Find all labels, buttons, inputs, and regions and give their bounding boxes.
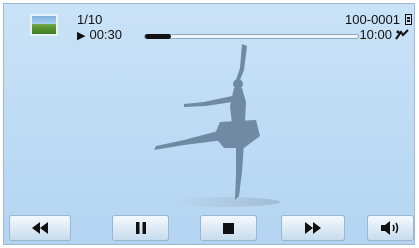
battery-icon [405, 14, 412, 25]
stop-icon [223, 222, 234, 234]
file-counter: 1/10 [77, 12, 103, 27]
volume-icon [380, 221, 398, 235]
fast-forward-icon [305, 222, 321, 234]
control-bar [4, 208, 414, 244]
elapsed-time-row: ▶ 00:30 [77, 28, 122, 43]
video-player-screen: 1/10 ▶ 00:30 100-0001 10:00 [3, 3, 415, 245]
progress-bar[interactable] [144, 34, 359, 39]
pause-icon [135, 222, 146, 234]
stop-button[interactable] [200, 215, 257, 241]
anti-shake-icon [395, 29, 409, 40]
volume-button[interactable] [367, 215, 414, 241]
play-icon: ▶ [77, 30, 86, 42]
fast-forward-button[interactable] [281, 215, 345, 241]
rewind-icon [32, 222, 48, 234]
file-id: 100-0001 [345, 12, 400, 27]
pause-button[interactable] [112, 215, 169, 241]
progress-fill [145, 34, 171, 39]
total-time: 10:00 [359, 27, 392, 42]
elapsed-time: 00:30 [89, 27, 123, 42]
dancer-silhouette [154, 44, 280, 207]
thumbnail-image [30, 14, 58, 36]
rewind-button[interactable] [9, 215, 71, 241]
